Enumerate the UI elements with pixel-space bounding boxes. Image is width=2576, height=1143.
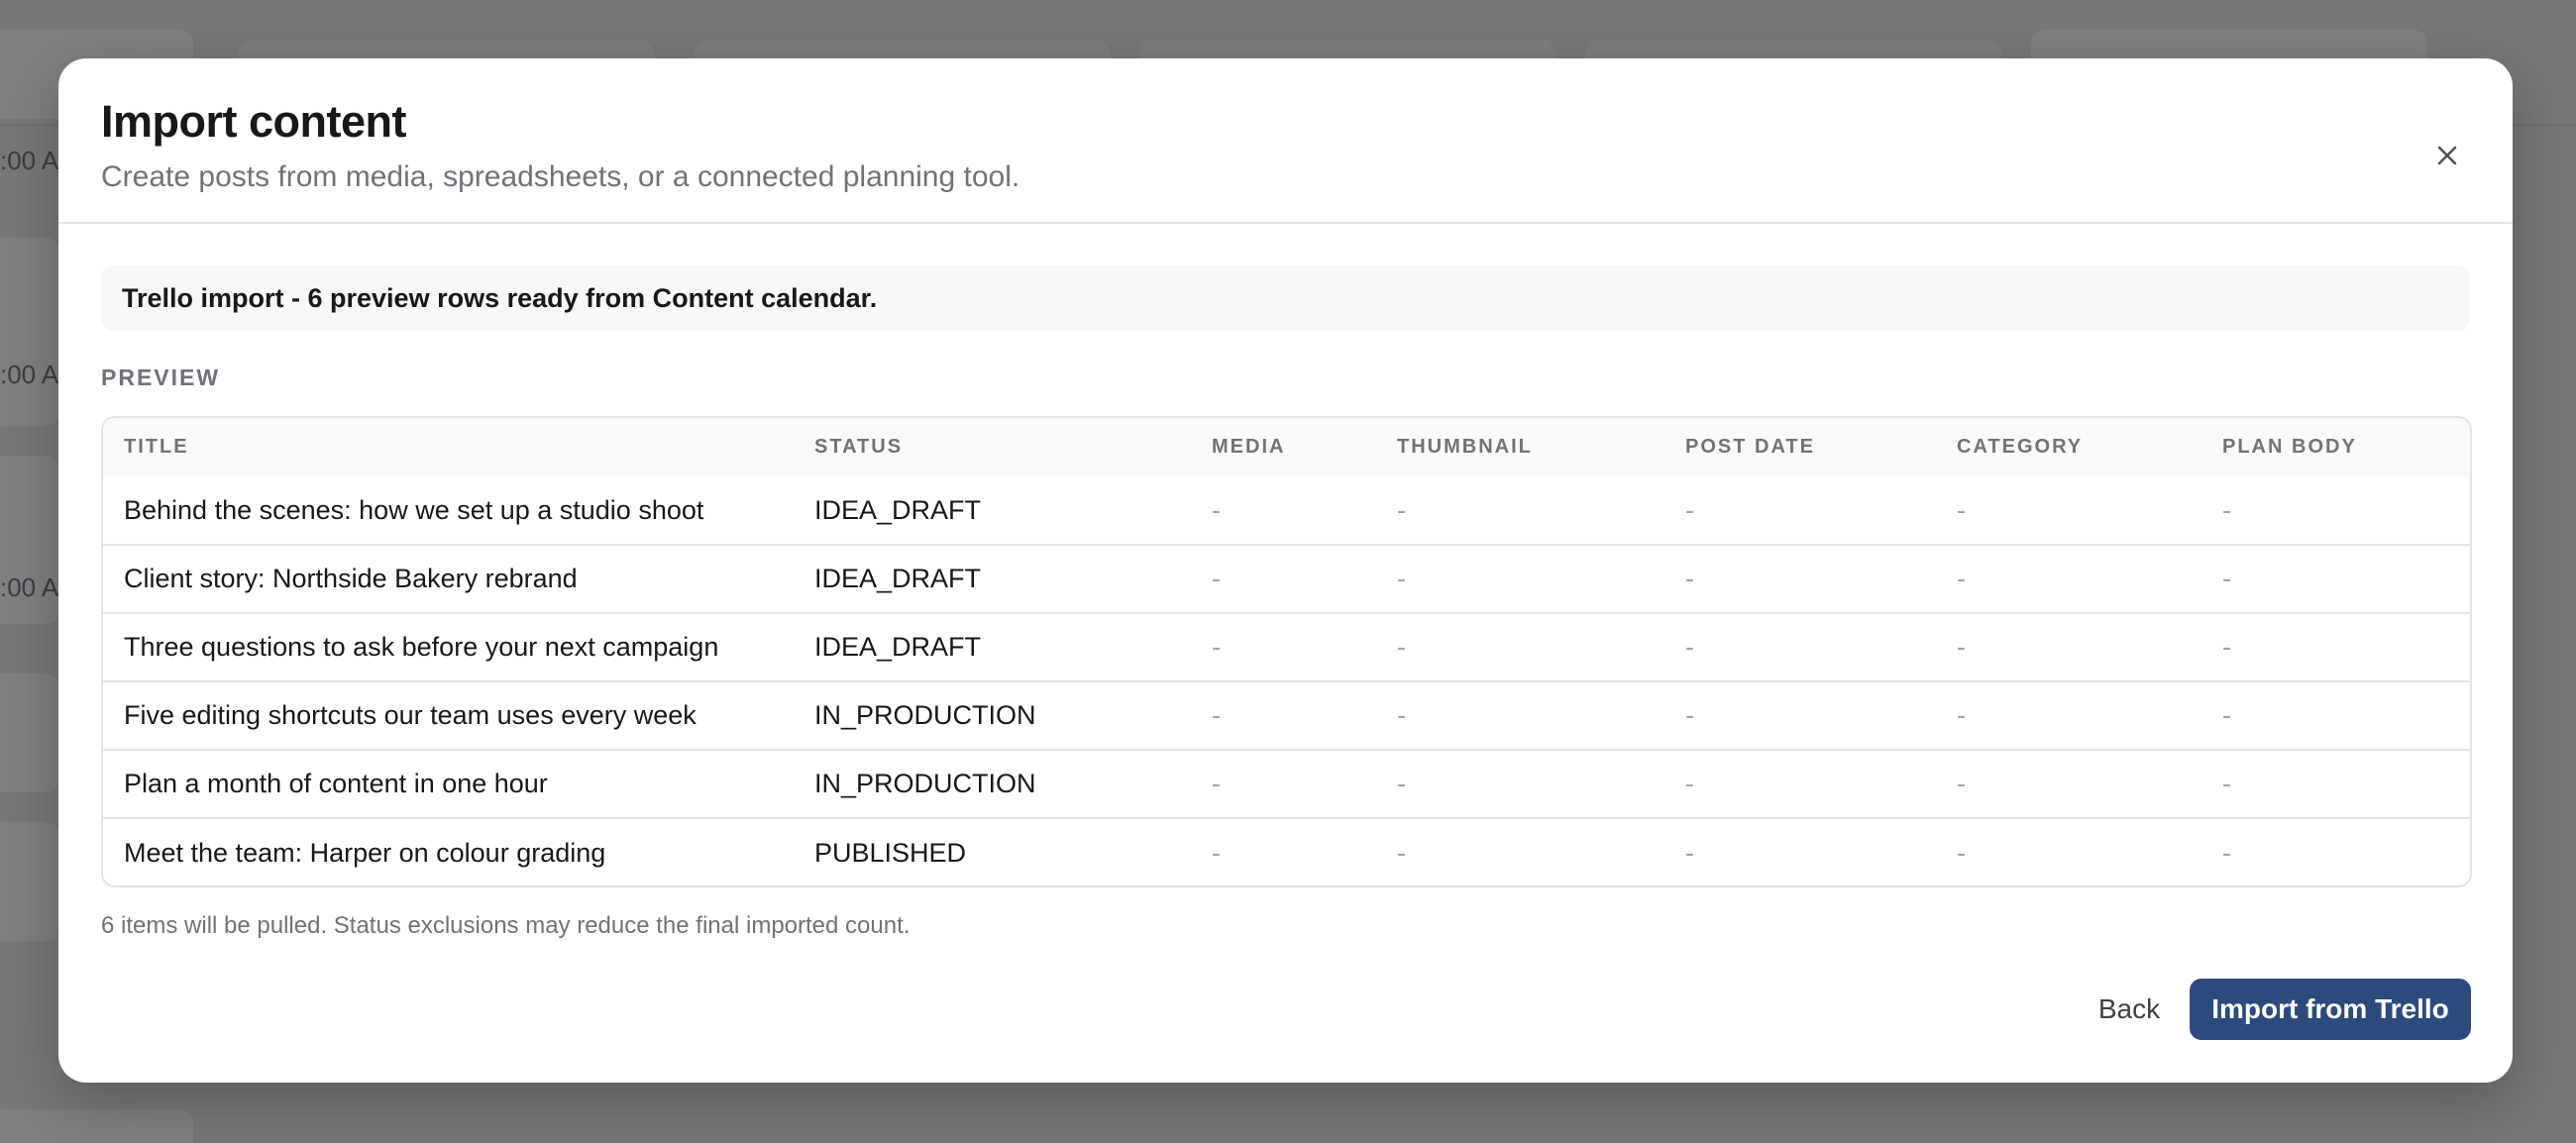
background-card: [0, 822, 59, 941]
table-row: Plan a month of content in one hour IN_P…: [103, 750, 2470, 818]
cell-thumbnail: -: [1397, 837, 1406, 868]
cell-title: Five editing shortcuts our team uses eve…: [124, 700, 697, 730]
cell-media: -: [1212, 632, 1221, 662]
table-header-row: TITLE STATUS MEDIA THUMBNAIL POST DATE C…: [103, 418, 2470, 476]
cell-plan-body: -: [2222, 564, 2231, 593]
cell-status: PUBLISHED: [814, 837, 967, 868]
cell-status: IDEA_DRAFT: [814, 494, 982, 525]
cell-title: Behind the scenes: how we set up a studi…: [124, 494, 704, 525]
cell-plan-body: -: [2222, 837, 2231, 868]
table-row: Meet the team: Harper on colour grading …: [103, 818, 2470, 885]
cell-media: -: [1212, 564, 1221, 593]
cell-thumbnail: -: [1397, 564, 1406, 593]
cell-post-date: -: [1685, 700, 1694, 730]
cell-media: -: [1212, 494, 1221, 525]
cell-post-date: -: [1685, 494, 1694, 525]
cell-status: IN_PRODUCTION: [814, 700, 1036, 730]
cell-media: -: [1212, 769, 1221, 798]
cell-title: Client story: Northside Bakery rebrand: [124, 564, 578, 593]
cell-plan-body: -: [2222, 769, 2231, 798]
cell-plan-body: -: [2222, 632, 2231, 662]
column-header-plan-body: PLAN BODY: [2222, 436, 2357, 458]
background-card: [0, 238, 59, 426]
background-time-label: :00 A: [0, 572, 59, 602]
preview-table: TITLE STATUS MEDIA THUMBNAIL POST DATE C…: [101, 416, 2472, 887]
cell-plan-body: -: [2222, 494, 2231, 525]
import-notice: Trello import - 6 preview rows ready fro…: [101, 265, 2470, 331]
background-card: [0, 674, 59, 792]
dialog-title: Import content: [101, 96, 406, 147]
cell-thumbnail: -: [1397, 494, 1406, 525]
import-notice-text: Trello import - 6 preview rows ready fro…: [122, 282, 878, 313]
column-header-title: TITLE: [124, 436, 189, 458]
import-content-dialog: Import content Create posts from media, …: [58, 58, 2513, 1083]
cell-category: -: [1957, 564, 1966, 593]
table-row: Client story: Northside Bakery rebrand I…: [103, 545, 2470, 613]
cell-status: IN_PRODUCTION: [814, 769, 1036, 798]
cell-title: Three questions to ask before your next …: [124, 632, 719, 662]
cell-category: -: [1957, 769, 1966, 798]
cell-thumbnail: -: [1397, 632, 1406, 662]
import-from-trello-button[interactable]: Import from Trello: [2190, 979, 2471, 1040]
cell-category: -: [1957, 837, 1966, 868]
column-header-media: MEDIA: [1212, 436, 1286, 458]
cell-category: -: [1957, 632, 1966, 662]
close-button[interactable]: [2419, 128, 2475, 183]
dialog-subtitle: Create posts from media, spreadsheets, o…: [101, 160, 1020, 193]
cell-post-date: -: [1685, 632, 1694, 662]
cell-media: -: [1212, 700, 1221, 730]
column-header-post-date: POST DATE: [1685, 436, 1815, 458]
cell-media: -: [1212, 837, 1221, 868]
background-card: [0, 1109, 193, 1143]
table-row: Behind the scenes: how we set up a studi…: [103, 476, 2470, 545]
preview-heading: PREVIEW: [101, 364, 221, 390]
cell-category: -: [1957, 494, 1966, 525]
cell-plan-body: -: [2222, 700, 2231, 730]
cell-post-date: -: [1685, 769, 1694, 798]
column-header-thumbnail: THUMBNAIL: [1397, 436, 1533, 458]
column-header-category: CATEGORY: [1957, 436, 2084, 458]
cell-thumbnail: -: [1397, 700, 1406, 730]
cell-status: IDEA_DRAFT: [814, 564, 982, 593]
table-row: Three questions to ask before your next …: [103, 613, 2470, 681]
cell-category: -: [1957, 700, 1966, 730]
back-button[interactable]: Back: [2068, 979, 2191, 1040]
import-count-note: 6 items will be pulled. Status exclusion…: [101, 912, 911, 939]
dialog-header: Import content Create posts from media, …: [58, 58, 2513, 224]
cell-title: Plan a month of content in one hour: [124, 769, 548, 798]
table-row: Five editing shortcuts our team uses eve…: [103, 681, 2470, 750]
cell-title: Meet the team: Harper on colour grading: [124, 837, 606, 868]
background-time-label: :00 A: [0, 146, 59, 175]
column-header-status: STATUS: [814, 436, 904, 458]
cell-post-date: -: [1685, 564, 1694, 593]
close-icon: [2437, 146, 2457, 165]
cell-post-date: -: [1685, 837, 1694, 868]
background-time-label: :00 A: [0, 360, 59, 389]
cell-status: IDEA_DRAFT: [814, 632, 982, 662]
cell-thumbnail: -: [1397, 769, 1406, 798]
